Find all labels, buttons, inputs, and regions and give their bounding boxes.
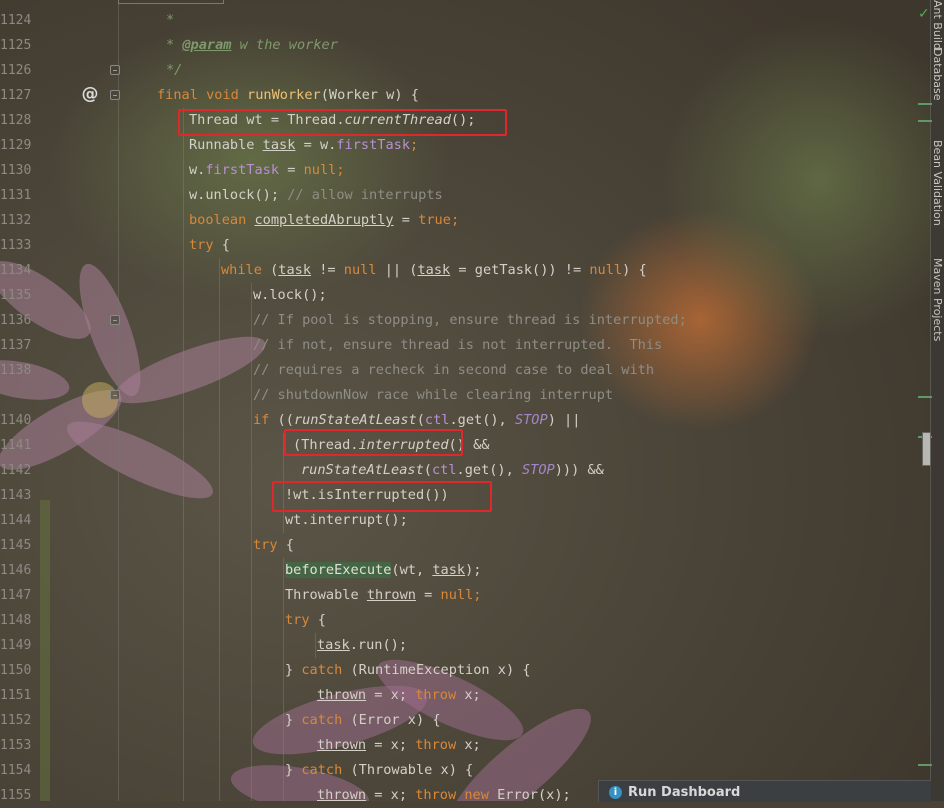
line-number: 1151	[0, 688, 32, 703]
line-number: 1146	[0, 563, 32, 578]
method-name: runWorker	[247, 87, 321, 103]
doc-param-tag: @param	[182, 37, 232, 53]
run-dashboard-tab[interactable]: i Run Dashboard	[598, 780, 931, 802]
highlight-box-current-thread	[178, 109, 507, 136]
code-line: w.lock();	[253, 287, 327, 303]
code-line: try {	[189, 237, 230, 253]
code-line: final void runWorker(Worker w) {	[157, 83, 419, 108]
line-number: 1128	[0, 113, 32, 128]
tab-bean-validation[interactable]: Bean Validation	[930, 140, 944, 226]
line-number: 1132	[0, 213, 32, 228]
code-line: } catch (RuntimeException x) {	[285, 662, 531, 678]
line-number: 1154	[0, 763, 32, 778]
line-number: 1140	[0, 413, 32, 428]
highlight-box-is-interrupted	[272, 481, 492, 512]
doc-comment: *	[166, 12, 175, 28]
line-number: 1152	[0, 713, 32, 728]
line-number: 1126	[0, 63, 32, 78]
change-marker[interactable]	[918, 396, 932, 398]
fold-marker-icon[interactable]	[110, 65, 120, 75]
info-icon: i	[609, 786, 622, 799]
doc-comment: w the worker	[231, 37, 338, 53]
change-marker[interactable]	[918, 120, 932, 122]
run-dashboard-label: Run Dashboard	[628, 785, 741, 800]
code-line: thrown = x; throw x;	[317, 687, 481, 703]
line-number: 1125	[0, 38, 32, 53]
indent-guide	[183, 108, 184, 801]
highlight-box-thread-interrupted	[284, 429, 463, 456]
code-line: runStateAtLeast(ctl.get(), STOP))) &&	[301, 462, 604, 478]
code-line: *	[166, 8, 174, 33]
change-marker[interactable]	[918, 103, 932, 105]
doc-comment: *	[166, 37, 183, 53]
code-line: * @param w the worker	[166, 33, 338, 58]
code-line: try {	[285, 612, 326, 628]
line-number: 1127	[0, 88, 32, 103]
tab-maven-projects[interactable]: Maven Projects	[930, 258, 944, 341]
override-annotation-icon[interactable]: @	[80, 84, 100, 104]
doc-comment: */	[166, 62, 183, 78]
line-number: 1137	[0, 338, 32, 353]
code-line: */	[166, 58, 182, 83]
code-line: // if not, ensure thread is not interrup…	[253, 337, 663, 353]
line-number: 1148	[0, 613, 32, 628]
line-number: 1129	[0, 138, 32, 153]
code-line: try {	[253, 537, 294, 553]
line-number: 1135	[0, 288, 32, 303]
line-number: 1147	[0, 588, 32, 603]
inspection-ok-icon[interactable]: ✓	[918, 6, 930, 22]
top-tab-edge	[118, 0, 224, 4]
line-number: 1144	[0, 513, 32, 528]
code-line: task.run();	[317, 637, 408, 653]
line-number: 1142	[0, 463, 32, 478]
code-line: } catch (Throwable x) {	[285, 762, 474, 778]
indent-guide	[251, 283, 252, 801]
fold-marker-icon[interactable]	[110, 390, 120, 400]
code-line: // If pool is stopping, ensure thread is…	[253, 312, 687, 328]
fold-marker-icon[interactable]	[110, 90, 120, 100]
line-number-gutter: 1124 1125 1126 1127 1128 1129 1130 1131 …	[0, 0, 120, 803]
code-line: while (task != null || (task = getTask()…	[221, 262, 647, 278]
code-line: // requires a recheck in second case to …	[253, 362, 655, 378]
line-number: 1134	[0, 263, 32, 278]
line-number: 1124	[0, 13, 32, 28]
tab-ant-build[interactable]: Ant Build	[930, 0, 944, 50]
line-number: 1138	[0, 363, 32, 378]
keyword: final void	[157, 87, 248, 103]
line-number: 1133	[0, 238, 32, 253]
line-number: 1150	[0, 663, 32, 678]
code-line: boolean completedAbruptly = true;	[189, 212, 460, 228]
right-tool-window-bar	[930, 0, 944, 801]
line-number: 1149	[0, 638, 32, 653]
change-marker[interactable]	[918, 764, 932, 766]
code-text: (Worker w) {	[320, 87, 419, 103]
code-line: Throwable thrown = null;	[285, 587, 482, 603]
line-number: 1155	[0, 788, 32, 803]
code-line: thrown = x; throw new Error(x);	[317, 787, 571, 803]
line-number: 1153	[0, 738, 32, 753]
indent-guide	[315, 633, 316, 658]
code-line: Runnable task = w.firstTask;	[189, 137, 419, 153]
code-line: w.firstTask = null;	[189, 162, 345, 178]
tab-database[interactable]: Database	[930, 48, 944, 101]
line-number: 1141	[0, 438, 32, 453]
fold-marker-icon[interactable]	[110, 315, 120, 325]
code-line: // shutdownNow race while clearing inter…	[253, 387, 614, 403]
line-number: 1143	[0, 488, 32, 503]
code-line: } catch (Error x) {	[285, 712, 441, 728]
line-number: 1136	[0, 313, 32, 328]
code-line: thrown = x; throw x;	[317, 737, 481, 753]
indent-guide	[283, 558, 284, 801]
code-line: beforeExecute(wt, task);	[285, 562, 482, 578]
code-line: w.unlock(); // allow interrupts	[189, 187, 443, 203]
line-number: 1130	[0, 163, 32, 178]
line-number: 1131	[0, 188, 32, 203]
indent-guide	[219, 258, 220, 801]
editor-scrollbar-thumb[interactable]	[922, 432, 931, 466]
line-number: 1145	[0, 538, 32, 553]
